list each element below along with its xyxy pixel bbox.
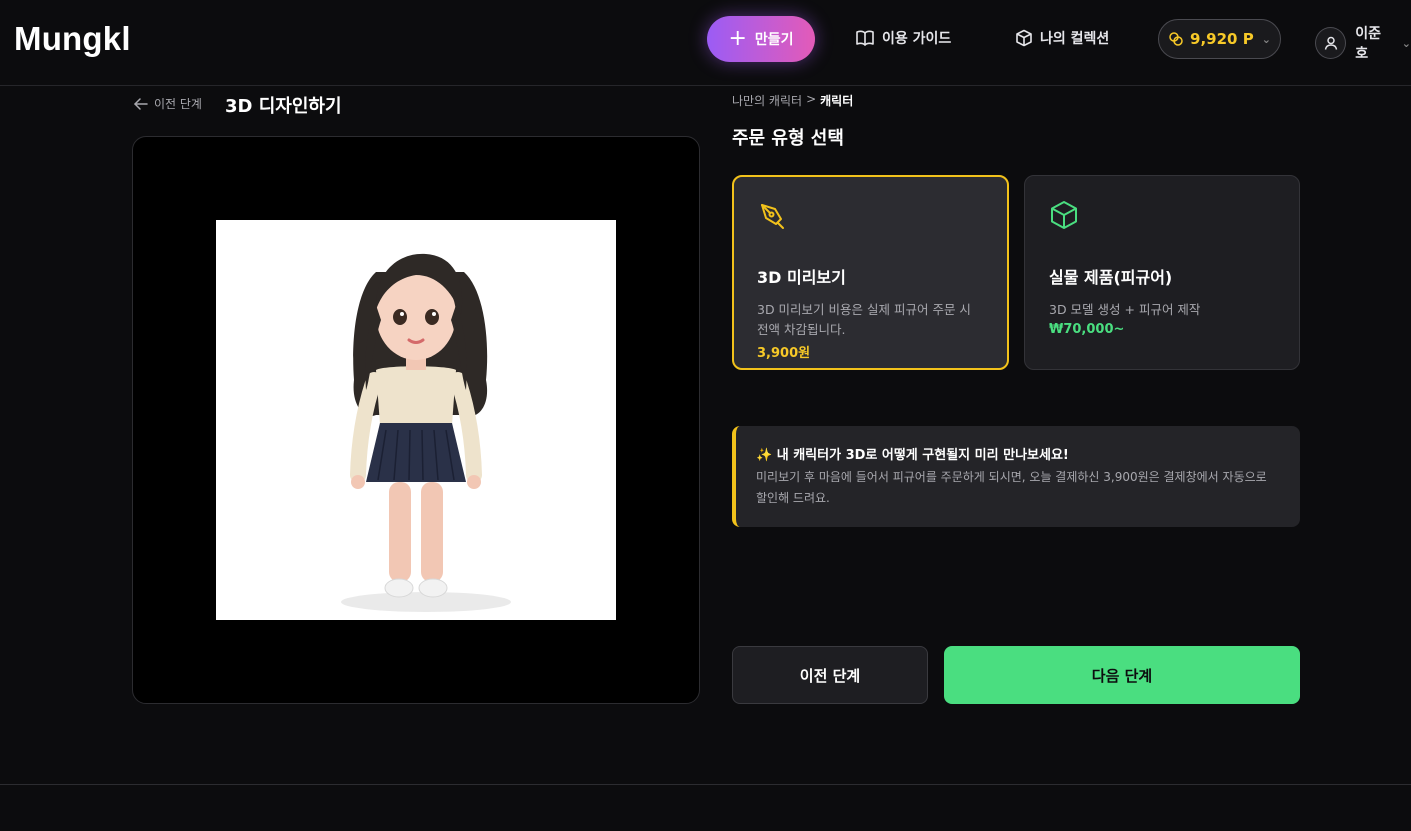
user-icon xyxy=(1324,36,1337,50)
avatar xyxy=(1315,27,1347,59)
user-name: 이준호 xyxy=(1355,26,1381,62)
coins-icon xyxy=(1169,32,1183,46)
notice-title: ✨ 내 캐릭터가 3D로 어떻게 구현될지 미리 만나보세요! xyxy=(756,448,1069,463)
preview-frame xyxy=(132,136,700,704)
back-link-label: 이전 단계 xyxy=(154,97,202,111)
top-header: Mungkl + 만들기 이용 가이드 나의 컬렉션 9,920 P ⌄ 이준호… xyxy=(0,0,1411,86)
book-icon xyxy=(856,30,874,46)
order-type-title: 주문 유형 선택 xyxy=(732,128,844,149)
option-price: 3,900원 xyxy=(757,346,811,361)
chevron-down-icon: ⌄ xyxy=(1401,36,1411,50)
footer-divider xyxy=(0,784,1411,785)
order-option-3d-preview[interactable]: 3D 미리보기 3D 미리보기 비용은 실제 피규어 주문 시 전액 차감됩니다… xyxy=(732,175,1009,370)
user-menu[interactable]: 이준호 ⌄ xyxy=(1315,23,1411,63)
nav-collection-link[interactable]: 나의 컬렉션 xyxy=(1015,28,1109,48)
cube-icon xyxy=(1051,201,1077,229)
logo[interactable]: Mungkl xyxy=(14,20,131,58)
breadcrumb-separator: > xyxy=(806,92,817,106)
option-title: 3D 미리보기 xyxy=(757,268,846,287)
box-icon xyxy=(1016,29,1032,47)
page-title: 3D 디자인하기 xyxy=(225,96,342,117)
option-price: ₩70,000~ xyxy=(1049,322,1125,337)
breadcrumb-parent[interactable]: 나만의 캐릭터 xyxy=(732,92,802,109)
back-link[interactable]: 이전 단계 xyxy=(134,95,202,112)
option-title: 실물 제품(피규어) xyxy=(1049,268,1173,287)
nav-collection-label: 나의 컬렉션 xyxy=(1040,31,1110,47)
character-preview-image xyxy=(216,220,616,620)
option-description: 3D 모델 생성 + 피규어 제작 xyxy=(1049,302,1201,317)
next-step-button[interactable]: 다음 단계 xyxy=(944,646,1300,704)
arrow-left-icon xyxy=(134,97,148,110)
previous-step-button[interactable]: 이전 단계 xyxy=(732,646,928,704)
plus-icon: + xyxy=(728,26,747,51)
points-value: 9,920 P xyxy=(1190,30,1254,48)
option-description: 3D 미리보기 비용은 실제 피규어 주문 시 전액 차감됩니다. xyxy=(757,302,971,337)
breadcrumb: 나만의 캐릭터 > 캐릭터 xyxy=(732,92,853,109)
character-figure-illustration xyxy=(341,253,511,612)
create-button[interactable]: + 만들기 xyxy=(707,16,815,62)
nav-guide-link[interactable]: 이용 가이드 xyxy=(855,28,951,48)
create-button-label: 만들기 xyxy=(754,32,794,48)
pen-nib-icon xyxy=(761,204,784,229)
preview-notice: ✨ 내 캐릭터가 3D로 어떻게 구현될지 미리 만나보세요! 미리보기 후 마… xyxy=(732,426,1300,527)
nav-guide-label: 이용 가이드 xyxy=(882,31,952,47)
order-option-physical-figure[interactable]: 실물 제품(피규어) 3D 모델 생성 + 피규어 제작 ₩70,000~ xyxy=(1024,175,1300,370)
chevron-down-icon: ⌄ xyxy=(1261,32,1271,46)
breadcrumb-current: 캐릭터 xyxy=(820,94,854,108)
points-balance-button[interactable]: 9,920 P ⌄ xyxy=(1158,19,1281,59)
notice-body: 미리보기 후 마음에 들어서 피규어를 주문하게 되시면, 오늘 결제하신 3,… xyxy=(756,470,1267,505)
